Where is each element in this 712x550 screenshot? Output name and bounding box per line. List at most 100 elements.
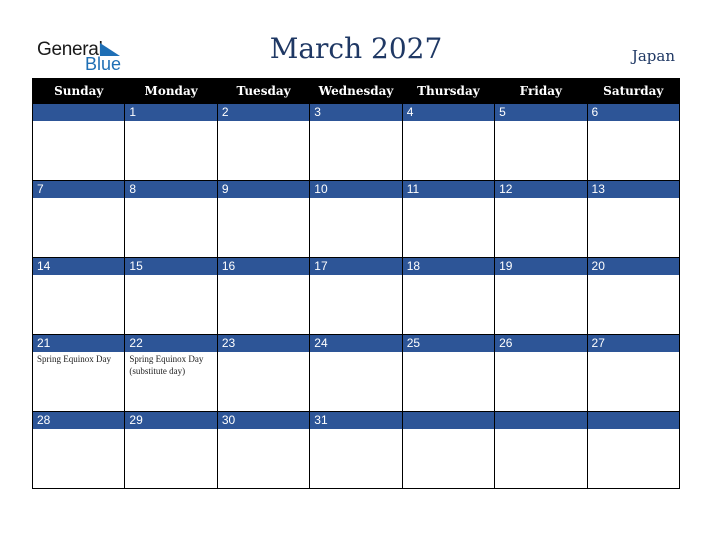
day-cell[interactable]: 27 [586,334,681,412]
day-cell[interactable]: 25 [401,334,496,412]
day-number: 13 [587,181,679,198]
holiday-label [33,275,124,276]
day-number: 19 [495,258,587,275]
day-cell[interactable]: 8 [124,180,218,258]
week-row: 28 29 30 31 [31,411,681,489]
holiday-label [218,352,309,353]
week-row: 14 15 16 17 18 19 20 [31,257,681,335]
holiday-label [218,121,309,122]
day-number: 16 [217,258,310,275]
holiday-label [495,275,586,276]
day-cell[interactable]: 6 [586,103,681,181]
day-number: 5 [495,104,587,121]
day-cell[interactable]: 16 [216,257,311,335]
day-cell[interactable]: 15 [124,257,218,335]
holiday-label [218,275,309,276]
day-cell[interactable]: 7 [31,180,126,258]
holiday-label [403,429,494,430]
day-cell[interactable]: 20 [586,257,681,335]
holiday-label [310,198,401,199]
holiday-label [218,429,309,430]
day-number: 2 [217,104,310,121]
day-cell[interactable]: 31 [309,411,403,489]
day-cell[interactable]: 9 [216,180,311,258]
holiday-label [33,121,124,122]
day-number: 15 [125,258,217,275]
day-cell[interactable]: 3 [309,103,403,181]
weekday-saturday: Saturday [586,78,681,104]
day-cell[interactable]: 13 [586,180,681,258]
day-number: 11 [402,181,495,198]
holiday-label [125,429,216,430]
day-cell[interactable]: 17 [309,257,403,335]
holiday-label [403,275,494,276]
holiday-label [310,121,401,122]
holiday-label [310,275,401,276]
day-number: 31 [310,412,402,429]
day-cell[interactable]: 26 [494,334,588,412]
day-number: 3 [310,104,402,121]
holiday-label [588,275,679,276]
day-number: 27 [587,335,679,352]
day-cell[interactable]: 24 [309,334,403,412]
day-cell[interactable] [31,103,126,181]
week-row: 7 8 9 10 11 12 13 [31,180,681,258]
weekday-wednesday: Wednesday [309,78,403,104]
holiday-label [125,198,216,199]
day-number: 30 [217,412,310,429]
day-number: 28 [33,412,125,429]
day-number: 18 [402,258,495,275]
day-number: 4 [402,104,495,121]
day-number [402,412,495,429]
day-cell[interactable]: 1 [124,103,218,181]
day-cell[interactable]: 19 [494,257,588,335]
day-cell[interactable]: 2 [216,103,311,181]
day-cell[interactable] [494,411,588,489]
weekday-friday: Friday [494,78,588,104]
day-number: 7 [33,181,125,198]
holiday-label [588,121,679,122]
week-row: 123456 [31,103,681,181]
day-number [33,104,125,121]
day-cell[interactable]: 4 [401,103,496,181]
day-cell[interactable]: 21 Spring Equinox Day [31,334,126,412]
holiday-label [310,429,401,430]
day-cell[interactable]: 12 [494,180,588,258]
day-number: 24 [310,335,402,352]
day-cell[interactable]: 30 [216,411,311,489]
day-cell[interactable]: 14 [31,257,126,335]
day-cell[interactable]: 28 [31,411,126,489]
holiday-label [495,352,586,353]
day-cell[interactable]: 29 [124,411,218,489]
holiday-label [125,275,216,276]
day-cell[interactable]: 22 Spring Equinox Day (substitute day) [124,334,218,412]
holiday-label: Spring Equinox Day (substitute day) [129,354,204,376]
day-number: 1 [125,104,217,121]
day-number: 10 [310,181,402,198]
day-cell[interactable]: 11 [401,180,496,258]
day-number: 26 [495,335,587,352]
day-number: 23 [217,335,310,352]
weekday-monday: Monday [124,78,218,104]
day-cell[interactable] [401,411,496,489]
holiday-label [495,198,586,199]
day-cell[interactable]: 5 [494,103,588,181]
holiday-label [33,198,124,199]
day-number: 25 [402,335,495,352]
weekday-sunday: Sunday [31,78,126,104]
day-cell[interactable]: 18 [401,257,496,335]
weekday-tuesday: Tuesday [216,78,311,104]
holiday-label [495,429,586,430]
holiday-label [588,198,679,199]
day-number [587,412,679,429]
day-cell[interactable]: 23 [216,334,311,412]
day-number: 14 [33,258,125,275]
day-cell[interactable]: 10 [309,180,403,258]
holiday-label [403,198,494,199]
holiday-label [495,121,586,122]
day-number: 17 [310,258,402,275]
day-number: 9 [217,181,310,198]
day-number: 21 [33,335,125,352]
day-cell[interactable] [586,411,681,489]
holiday-label [588,429,679,430]
